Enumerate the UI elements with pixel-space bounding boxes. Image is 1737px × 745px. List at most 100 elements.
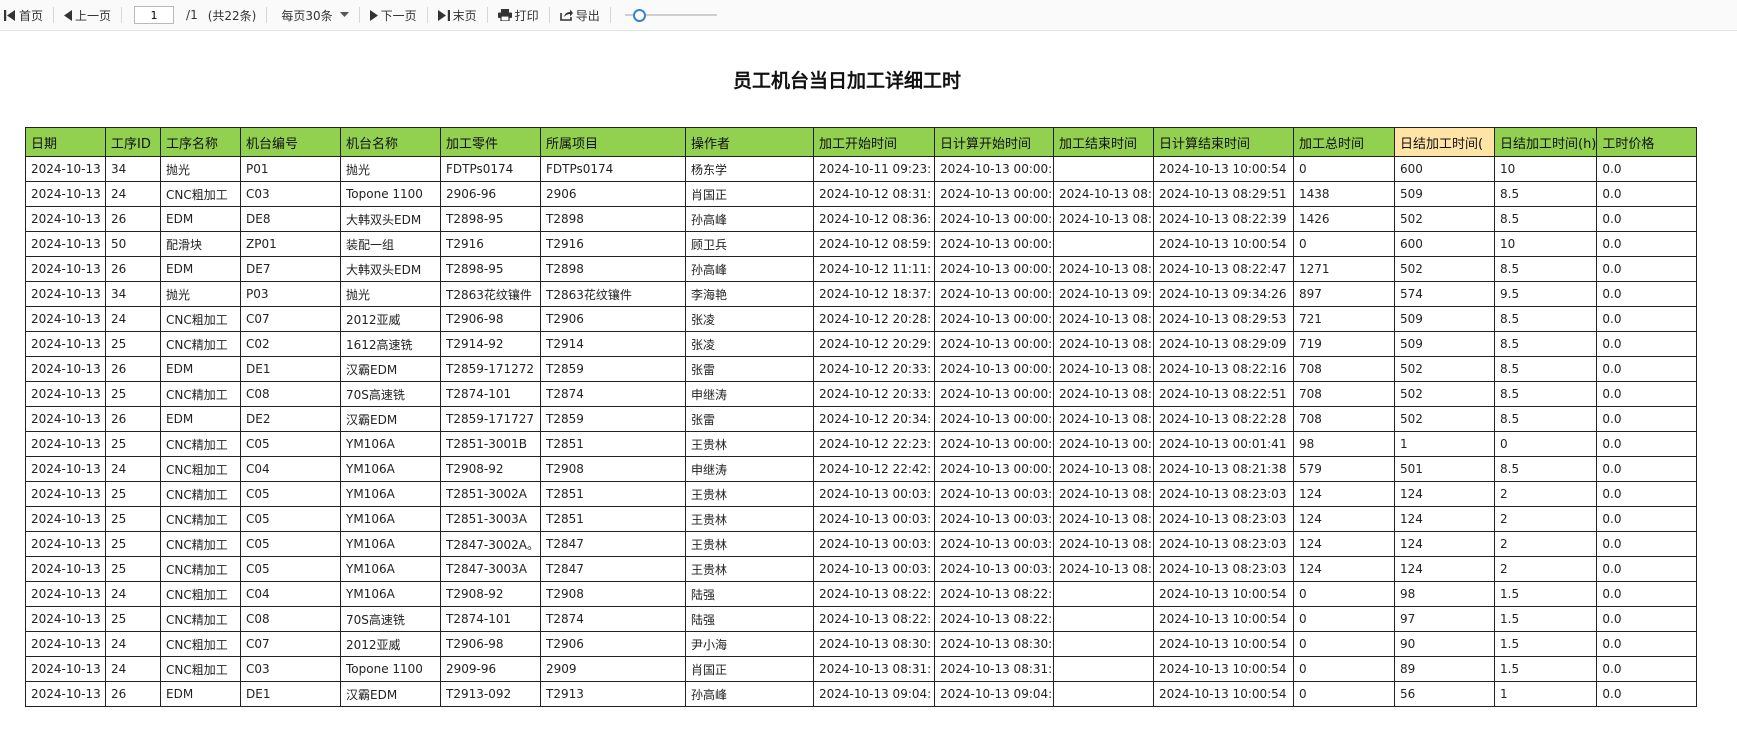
table-cell: T2859-171272: [440, 356, 541, 382]
table-cell: 124: [1293, 481, 1395, 507]
next-page-button[interactable]: 下一页: [369, 7, 417, 24]
table-cell: 张凌: [685, 306, 814, 332]
last-page-button[interactable]: 末页: [437, 7, 477, 24]
table-cell: T2863花纹镶件: [440, 281, 541, 307]
table-row: 2024-10-13 34 抛光 P03 抛光 T2863花纹镶件 T2863花纹镶件 李海艳…: [25, 281, 1698, 307]
print-button[interactable]: 打印: [497, 7, 539, 24]
table-cell: 0: [1293, 631, 1395, 657]
table-cell: 2024-10-13: [25, 331, 106, 357]
table-cell: CNC粗加工: [160, 631, 241, 657]
table-cell: 509: [1394, 331, 1495, 357]
table-cell: 0.0: [1596, 656, 1698, 682]
report-toolbar: 首页 上一页 /1 (共22条) 每页30条 下一页 末页 打印 导出: [0, 0, 1737, 31]
table-cell: 2024-10-13 09:04:: [934, 681, 1054, 707]
table-cell: 张雷: [685, 356, 814, 382]
table-cell: 2024-10-13 00:00:: [934, 156, 1054, 182]
table-cell: T2851: [540, 506, 686, 532]
page-total: /1: [186, 8, 198, 22]
table-row: 2024-10-13 24 CNC粗加工 C07 2012亚威 T2906-98 T2906…: [25, 631, 1698, 657]
table-cell: C08: [240, 606, 341, 632]
table-cell: 24: [105, 581, 161, 607]
table-cell: 0.0: [1596, 456, 1698, 482]
table-row: 2024-10-13 24 CNC粗加工 C07 2012亚威 T2906-98 T2906…: [25, 306, 1698, 332]
table-cell: [1053, 231, 1154, 257]
table-cell: 10: [1493, 231, 1598, 257]
page-number-input[interactable]: [134, 6, 175, 24]
column-header: 所属项目: [540, 127, 686, 157]
next-page-label: 下一页: [380, 8, 417, 23]
table-cell: C03: [240, 656, 341, 682]
table-cell: T2859: [540, 406, 686, 432]
table-cell: 897: [1293, 281, 1395, 307]
table-cell: 34: [105, 156, 161, 182]
table-cell: 0.0: [1596, 206, 1698, 232]
chevron-down-icon: [339, 12, 349, 17]
table-cell: YM106A: [340, 531, 441, 557]
table-cell: 2024-10-13 10:00:54: [1153, 656, 1294, 682]
table-cell: 2: [1493, 506, 1598, 532]
table-cell: T2859-171727: [440, 406, 541, 432]
table-cell: 2024-10-13 08:22:16: [1153, 356, 1294, 382]
table-cell: 25: [105, 431, 161, 457]
table-cell: 2024-10-13 00:00:: [934, 281, 1054, 307]
table-cell: EDM: [160, 206, 241, 232]
zoom-slider[interactable]: [624, 8, 717, 22]
table-cell: 2024-10-13 08:29:09: [1153, 331, 1294, 357]
table-cell: T2908-92: [440, 456, 541, 482]
table-cell: T2906: [540, 306, 686, 332]
table-cell: 2024-10-13 09:04:: [813, 681, 935, 707]
table-cell: 张凌: [685, 331, 814, 357]
table-cell: 2906: [540, 181, 686, 207]
table-cell: 2024-10-13 08:22:51: [1153, 381, 1294, 407]
table-cell: 8.5: [1493, 406, 1598, 432]
table-cell: 2: [1493, 556, 1598, 582]
table-cell: YM106A: [340, 506, 441, 532]
table-cell: 2012亚威: [340, 631, 441, 657]
prev-page-button[interactable]: 上一页: [64, 7, 111, 24]
table-cell: 2024-10-13 09:34:26: [1153, 281, 1294, 307]
table-cell: 2024-10-13 08:: [1053, 406, 1154, 432]
table-cell: CNC精加工: [160, 556, 241, 582]
table-cell: 2024-10-12 08:31:: [813, 181, 935, 207]
table-cell: CNC粗加工: [160, 581, 241, 607]
table-cell: FDTPs0174: [440, 156, 541, 182]
table-cell: 2024-10-13 08:: [1053, 381, 1154, 407]
column-header: 加工零件: [440, 127, 541, 157]
table-cell: 708: [1293, 406, 1395, 432]
table-cell: T2859: [540, 356, 686, 382]
export-button[interactable]: 导出: [559, 7, 600, 24]
table-cell: 2024-10-13: [25, 156, 106, 182]
table-cell: 配滑块: [160, 231, 241, 257]
table-cell: C07: [240, 631, 341, 657]
table-cell: 2024-10-13 08:: [1053, 356, 1154, 382]
table-cell: 2024-10-13 08:: [1053, 181, 1154, 207]
table-cell: 25: [105, 556, 161, 582]
table-cell: 王贵林: [685, 556, 814, 582]
table-cell: 2024-10-13 00:00:: [934, 356, 1054, 382]
table-cell: [1053, 606, 1154, 632]
table-cell: 2024-10-13 08:31:: [934, 656, 1054, 682]
table-cell: 34: [105, 281, 161, 307]
table-cell: C04: [240, 581, 341, 607]
table-cell: 2024-10-13: [25, 206, 106, 232]
zoom-slider-handle[interactable]: [632, 9, 646, 22]
first-page-button[interactable]: 首页: [4, 7, 43, 24]
table-cell: 2024-10-13 08:23:03: [1153, 531, 1294, 557]
column-header: 工时价格: [1596, 127, 1698, 157]
table-cell: T2851: [540, 431, 686, 457]
toolbar-divider: [358, 7, 360, 23]
table-cell: 李海艳: [685, 281, 814, 307]
table-row: 2024-10-13 25 CNC精加工 C05 YM106A T2851-3001B T2…: [25, 431, 1698, 457]
page-size-dropdown[interactable]: 每页30条: [281, 7, 349, 24]
table-cell: 2024-10-13: [25, 306, 106, 332]
table-cell: 1: [1394, 431, 1495, 457]
table-row: 2024-10-13 34 抛光 P01 抛光 FDTPs0174 FDTPs0174 杨东学…: [25, 156, 1698, 182]
prev-page-label: 上一页: [75, 8, 112, 23]
table-cell: 2024-10-13 00:03:: [813, 481, 935, 507]
table-cell: C05: [240, 431, 341, 457]
table-cell: 2024-10-13 08:: [1053, 531, 1154, 557]
table-cell: 0: [1293, 681, 1395, 707]
table-cell: 8.5: [1493, 306, 1598, 332]
table-cell: CNC精加工: [160, 381, 241, 407]
table-cell: 2024-10-13 00:03:: [934, 481, 1054, 507]
